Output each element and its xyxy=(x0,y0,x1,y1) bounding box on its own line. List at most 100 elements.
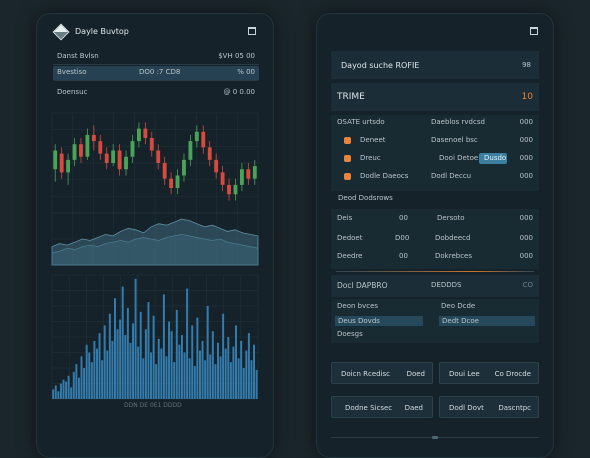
scroll-indicator[interactable] xyxy=(432,436,438,439)
bar xyxy=(173,362,176,399)
candle-body xyxy=(207,147,212,160)
candle-body xyxy=(104,153,109,163)
candle-body xyxy=(111,150,116,163)
bar xyxy=(106,350,109,399)
bar xyxy=(245,350,248,399)
button-label: Doicn Rcedisc xyxy=(341,370,391,378)
bar xyxy=(121,286,124,399)
field-value: 000 xyxy=(519,234,533,242)
area-chart xyxy=(51,212,259,266)
bar-chart xyxy=(51,274,259,400)
bar xyxy=(129,342,132,399)
bar xyxy=(139,311,142,399)
bar xyxy=(211,331,214,399)
bar xyxy=(209,354,212,399)
right-panel: Dayod suche ROFIE 98 TRIME 10 OSATE urts… xyxy=(316,13,554,458)
bar xyxy=(157,338,160,399)
bar xyxy=(183,352,186,399)
bar xyxy=(162,294,165,399)
option-value: 000 xyxy=(519,136,533,144)
checkbox-2[interactable] xyxy=(344,155,351,162)
bar xyxy=(142,358,145,399)
action-button-4[interactable]: Dodl Dovt Dascntpc xyxy=(439,396,539,418)
bar xyxy=(217,342,219,399)
candle-body xyxy=(136,128,141,142)
bar xyxy=(95,348,98,399)
candle-body xyxy=(162,163,167,179)
candle-body xyxy=(175,175,180,188)
field-label-2: Dokrebces xyxy=(435,252,473,260)
bar xyxy=(147,302,150,399)
candle-body xyxy=(79,144,83,157)
bar-chart-axis-label: DDN DE 0E1 DDDD xyxy=(124,402,182,409)
input-label: Deon bvces xyxy=(337,302,379,310)
bar xyxy=(214,364,217,399)
input-label: Doesgs xyxy=(337,330,363,338)
candle-body xyxy=(194,131,199,142)
window-icon[interactable] xyxy=(530,27,538,35)
bar xyxy=(83,368,86,399)
checkbox-1[interactable] xyxy=(344,137,351,144)
action-button-2[interactable]: Doui Lee Co Drocde xyxy=(439,362,539,384)
bar xyxy=(59,383,62,399)
candle-body xyxy=(182,159,186,176)
bar xyxy=(224,348,227,399)
candle-body xyxy=(53,150,58,170)
bar xyxy=(178,344,181,399)
bar xyxy=(93,340,96,399)
bar xyxy=(134,278,137,399)
bar xyxy=(111,340,114,399)
tag-pill[interactable]: Dusdo xyxy=(479,153,507,164)
bar xyxy=(242,368,245,399)
field-label-2: Dersoto xyxy=(437,214,465,222)
bar xyxy=(103,325,106,399)
button-label-2: Doed xyxy=(406,370,425,378)
field-mid: 00 xyxy=(399,252,408,260)
info-row-1[interactable]: Danst Bvlsn $VH 05 00 xyxy=(53,50,259,65)
candle-body xyxy=(156,150,161,163)
fields-panel: Deis 00 Dersoto 000 Dedoet D00 Dobdeecd … xyxy=(331,209,539,269)
action-button-3[interactable]: Dodne Sicsec Daed xyxy=(331,396,433,418)
right-panel-title: Dayod suche ROFIE xyxy=(341,61,420,70)
info-row-mid: DO0 :7 CD8 xyxy=(139,68,181,76)
input-label-2: Deo Dcde xyxy=(441,302,476,310)
field-label: Deis xyxy=(337,214,353,222)
bar xyxy=(188,358,191,399)
bar xyxy=(240,340,243,399)
info-row-3[interactable]: Doensuc @ 0 0.00 xyxy=(53,86,259,100)
candle-body xyxy=(66,159,71,173)
action-button-1[interactable]: Doicn Rcedisc Doed xyxy=(331,362,433,384)
bar xyxy=(90,362,93,399)
bar xyxy=(206,306,209,399)
bar xyxy=(116,329,119,399)
sub-section-header: Docl DAPBRO DEDDDS CO xyxy=(331,275,539,297)
candle-body xyxy=(91,134,96,142)
checkbox-3[interactable] xyxy=(344,173,351,180)
bar xyxy=(67,375,70,399)
candle-body xyxy=(124,156,128,170)
tag-pill-label: Dusdo xyxy=(484,154,507,162)
text-input-1[interactable]: Deus Dovds xyxy=(335,316,423,326)
button-label: Dodl Dovt xyxy=(449,404,484,412)
bar xyxy=(227,337,230,399)
option-col2: Dasenoel bsc xyxy=(431,136,478,144)
bar xyxy=(65,381,68,399)
option-value: 000 xyxy=(519,118,533,126)
option-value: 000 xyxy=(519,172,533,180)
section-title: TRIME xyxy=(337,92,365,102)
info-row-2[interactable]: Bvestiso DO0 :7 CD8 % 00 xyxy=(53,66,259,81)
bar xyxy=(114,298,116,399)
bar xyxy=(232,346,235,399)
option-label: Dreuc xyxy=(360,154,381,162)
window-icon[interactable] xyxy=(248,27,256,35)
bar xyxy=(152,315,155,399)
field-value: 000 xyxy=(519,252,533,260)
bar xyxy=(57,391,60,399)
field-label: Dedoet xyxy=(337,234,363,242)
bar xyxy=(253,344,256,399)
candle-body xyxy=(149,138,154,151)
bar xyxy=(108,313,111,399)
info-row-value: $VH 05 00 xyxy=(218,52,255,60)
info-row-label: Danst Bvlsn xyxy=(57,52,99,60)
text-input-2[interactable]: Dedt Dcoe xyxy=(439,316,535,326)
